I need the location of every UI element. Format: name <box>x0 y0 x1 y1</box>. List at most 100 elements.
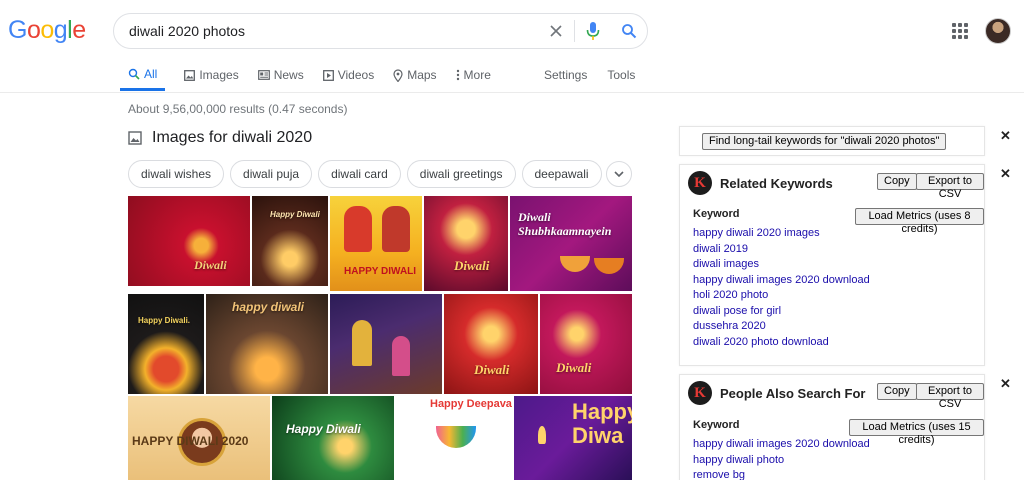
related-chips: diwali wishes diwali puja diwali card di… <box>128 160 602 188</box>
image-caption: Diwali <box>474 362 510 377</box>
results-stats: About 9,56,00,000 results (0.47 seconds) <box>128 102 348 116</box>
header-divider <box>0 92 1024 93</box>
keyword-link[interactable]: diwali images <box>693 258 870 274</box>
image-caption: HAPPY DIWALI 2020 <box>132 434 249 448</box>
load-metrics-button[interactable]: Load Metrics (uses 8 credits) <box>855 208 984 235</box>
copy-button[interactable]: Copy <box>877 383 917 400</box>
tab-images[interactable]: Images <box>184 60 239 90</box>
news-icon <box>257 70 270 80</box>
related-keywords-list: happy diwali 2020 images diwali 2019 diw… <box>693 227 870 351</box>
image-result[interactable]: Happy Diwali <box>252 196 328 286</box>
tab-maps[interactable]: Maps <box>393 60 437 90</box>
image-caption: Diwali <box>194 258 227 272</box>
tab-label: Videos <box>337 68 375 82</box>
image-caption: Happy Deepavali <box>430 398 512 410</box>
tab-more[interactable]: More <box>456 60 491 90</box>
image-result[interactable]: Diwali Shubhkaamnayein <box>510 196 632 291</box>
image-result[interactable]: Happy Diwali. <box>128 294 204 394</box>
chip[interactable]: diwali card <box>318 160 401 188</box>
google-logo[interactable]: Google <box>8 16 86 45</box>
image-result[interactable]: Happy Deepavali <box>396 396 512 480</box>
image-result[interactable]: Happy Diwali <box>272 396 394 480</box>
images-section-title[interactable]: Images for diwali 2020 <box>128 129 312 147</box>
image-result[interactable]: HAPPY DIWALI 2020 <box>128 396 270 480</box>
settings-link[interactable]: Settings <box>544 68 587 82</box>
copy-button[interactable]: Copy <box>877 173 917 190</box>
keywords-everywhere-logo: K <box>688 381 712 405</box>
image-caption: Diwali Shubhkaamnayein <box>518 210 612 238</box>
image-result[interactable]: Happy Diwa <box>514 396 632 480</box>
keyword-link[interactable]: diwali pose for girl <box>693 305 870 321</box>
load-metrics-button[interactable]: Load Metrics (uses 15 credits) <box>849 419 984 446</box>
video-icon <box>322 69 334 81</box>
images-title-text: Images for diwali 2020 <box>152 129 313 146</box>
image-caption: Happy Diwa <box>572 399 632 448</box>
image-result[interactable]: Diwali <box>444 294 538 394</box>
keyword-link[interactable]: happy diwali images 2020 download <box>693 274 870 290</box>
keyword-link[interactable]: dussehra 2020 <box>693 320 870 336</box>
tab-videos[interactable]: Videos <box>322 60 375 90</box>
keyword-column-header: Keyword <box>693 419 740 431</box>
keyword-link[interactable]: holi 2020 photo <box>693 289 870 305</box>
image-result[interactable]: Diwali <box>424 196 508 291</box>
tab-all[interactable]: All <box>120 60 166 91</box>
keyword-link[interactable]: remove bg <box>693 469 870 480</box>
image-icon <box>128 131 142 145</box>
image-result[interactable]: HAPPY DIWALI <box>330 196 422 291</box>
image-result[interactable]: Diwali <box>128 196 250 286</box>
tab-label: News <box>273 68 304 82</box>
image-result[interactable] <box>330 294 442 394</box>
search-icon[interactable] <box>611 14 647 48</box>
image-caption: Happy Diwali. <box>138 316 191 325</box>
microphone-icon[interactable] <box>575 14 611 48</box>
image-caption: HAPPY DIWALI <box>344 266 417 277</box>
chip[interactable]: deepawali <box>521 160 602 188</box>
search-tabs: All Images News Videos Maps More <box>120 60 510 92</box>
keyword-link[interactable]: diwali 2019 <box>693 243 870 259</box>
search-box[interactable]: diwali 2020 photos <box>113 13 648 49</box>
image-caption: Happy Diwali <box>270 210 320 219</box>
logo-letter: e <box>72 16 86 44</box>
search-input[interactable]: diwali 2020 photos <box>129 23 538 39</box>
close-icon[interactable]: ✕ <box>1000 376 1011 392</box>
logo-letter: G <box>8 16 27 44</box>
people-also-search-header: K People Also Search For <box>688 381 865 405</box>
map-pin-icon <box>393 68 403 82</box>
more-vert-icon <box>456 69 459 81</box>
related-keywords-title: Related Keywords <box>720 175 833 191</box>
chips-next-button[interactable] <box>606 161 632 187</box>
keyword-link[interactable]: happy diwali 2020 images <box>693 227 870 243</box>
apps-grid-icon[interactable] <box>952 23 968 39</box>
logo-letter: o <box>26 16 41 44</box>
image-result[interactable]: Diwali <box>540 294 632 394</box>
chip[interactable]: diwali wishes <box>128 160 225 188</box>
search-icon <box>128 68 140 80</box>
tab-label: More <box>463 68 491 82</box>
image-caption: Happy Diwali <box>286 422 361 436</box>
people-also-search-title: People Also Search For <box>720 385 866 401</box>
keyword-link[interactable]: happy diwali photo <box>693 454 870 470</box>
keyword-link[interactable]: happy diwali images 2020 download <box>693 438 870 454</box>
image-result[interactable]: happy diwali <box>206 294 328 394</box>
tab-news[interactable]: News <box>257 60 304 90</box>
image-caption: Diwali <box>454 258 490 273</box>
chip[interactable]: diwali puja <box>230 160 313 188</box>
find-longtail-button[interactable]: Find long-tail keywords for "diwali 2020… <box>702 133 947 150</box>
keyword-link[interactable]: diwali 2020 photo download <box>693 336 870 352</box>
logo-letter: g <box>53 16 68 44</box>
export-csv-button[interactable]: Export to CSV <box>916 173 984 200</box>
clear-icon[interactable] <box>538 14 574 48</box>
export-csv-button[interactable]: Export to CSV <box>916 383 984 410</box>
longtail-box: Find long-tail keywords for "diwali 2020… <box>679 126 985 156</box>
close-icon[interactable]: ✕ <box>1000 166 1011 182</box>
tab-label: Images <box>199 68 239 82</box>
tab-label: Maps <box>407 68 437 82</box>
related-keywords-header: K Related Keywords <box>688 171 833 195</box>
chip[interactable]: diwali greetings <box>406 160 516 188</box>
tools-link[interactable]: Tools <box>607 68 635 82</box>
avatar[interactable] <box>985 18 1011 44</box>
people-also-search-panel: K People Also Search For Copy Export to … <box>679 374 985 480</box>
people-also-search-list: happy diwali images 2020 download happy … <box>693 438 870 480</box>
close-icon[interactable]: ✕ <box>1000 128 1011 144</box>
image-icon <box>184 69 196 81</box>
